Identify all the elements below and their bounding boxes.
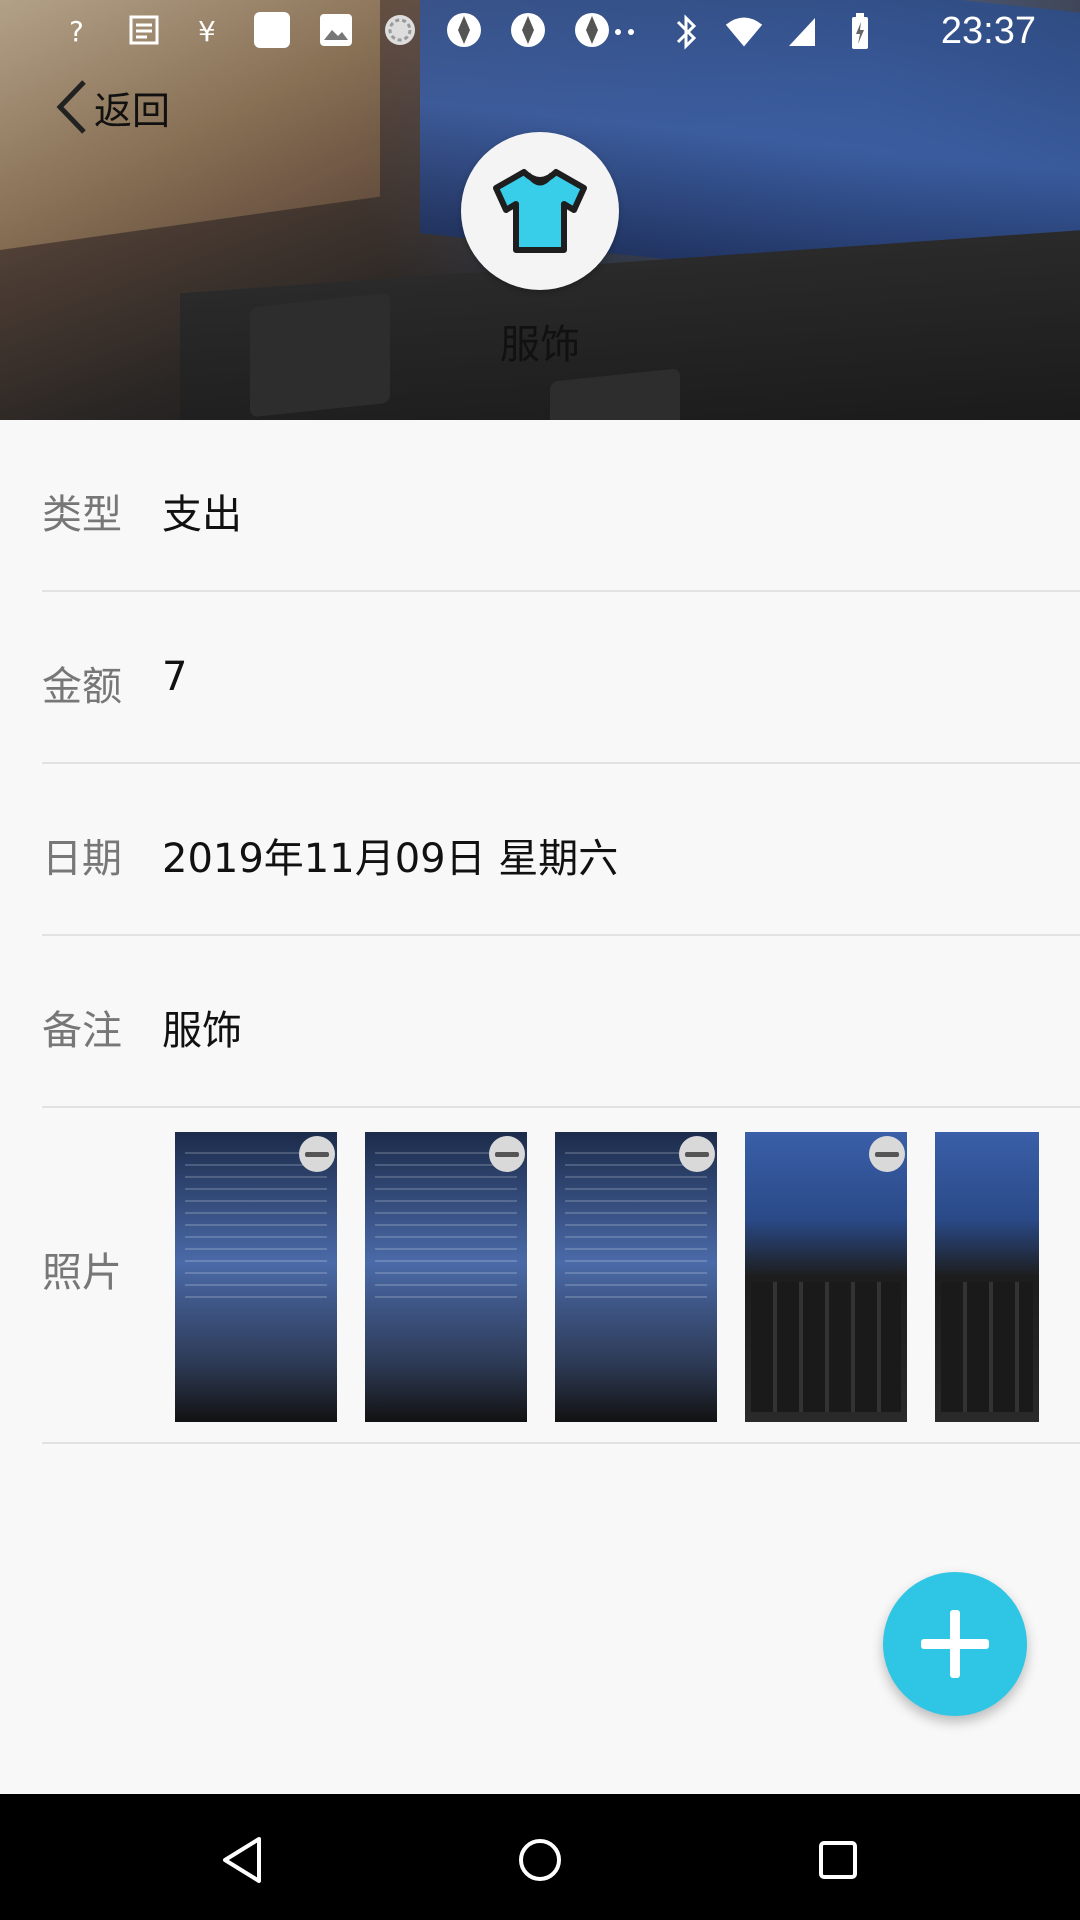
photo-thumbnail[interactable] (745, 1132, 907, 1422)
notification-icons: ? ¥ (60, 10, 612, 50)
nav-back-button[interactable] (212, 1830, 272, 1890)
type-value: 支出 (162, 492, 242, 538)
back-label: 返回 (94, 88, 171, 133)
nav-back-icon (223, 1837, 261, 1883)
status-bar: ? ¥ 23:37 (0, 0, 1080, 64)
tshirt-icon (493, 169, 587, 253)
add-button[interactable] (883, 1572, 1027, 1716)
svg-text:?: ? (69, 15, 84, 47)
chevron-left-icon (56, 80, 86, 134)
type-row: 类型 支出 (42, 420, 1080, 592)
detail-list: 类型 支出 金额 7 日期 2019年11月09日 星期六 备注 服饰 照片 (0, 420, 1080, 1444)
minus-icon (875, 1151, 899, 1157)
system-icons (608, 12, 880, 52)
aperture-icon (572, 10, 612, 50)
nav-home-icon (519, 1839, 561, 1881)
back-button[interactable]: 返回 (54, 78, 170, 136)
wifi-icon (724, 12, 764, 52)
photos-row: 照片 (42, 1108, 1080, 1444)
nav-recents-icon (819, 1841, 857, 1879)
remove-photo-button[interactable] (299, 1136, 335, 1172)
signal-icon (782, 12, 822, 52)
photo-thumbnail[interactable] (175, 1132, 337, 1422)
remove-photo-button[interactable] (869, 1136, 905, 1172)
remove-photo-button[interactable] (679, 1136, 715, 1172)
aperture-icon (508, 10, 548, 50)
loading-icon (380, 10, 420, 50)
note-label: 备注 (42, 1008, 122, 1054)
date-value: 2019年11月09日 星期六 (162, 836, 619, 882)
type-label: 类型 (42, 492, 122, 538)
category-badge (461, 132, 619, 290)
question-icon: ? (60, 10, 100, 50)
date-label: 日期 (42, 836, 122, 882)
minus-icon (305, 1151, 329, 1157)
aperture-icon (444, 10, 484, 50)
note-value: 服饰 (162, 1008, 242, 1054)
note-row: 备注 服饰 (42, 936, 1080, 1108)
battery-icon (840, 12, 880, 52)
svg-text:¥: ¥ (198, 15, 216, 47)
category-name: 服饰 (500, 322, 580, 368)
photo-thumbnail[interactable] (555, 1132, 717, 1422)
amount-value: 7 (162, 654, 188, 700)
news-icon (124, 10, 164, 50)
navigation-bar (0, 1794, 1080, 1920)
nav-home-button[interactable] (510, 1830, 570, 1890)
photo-thumbnail[interactable] (365, 1132, 527, 1422)
yen-icon: ¥ (188, 10, 228, 50)
photo-thumbnail[interactable] (935, 1132, 1039, 1422)
amount-row: 金额 7 (42, 592, 1080, 764)
date-row: 日期 2019年11月09日 星期六 (42, 764, 1080, 936)
minus-icon (685, 1151, 709, 1157)
plus-icon (921, 1610, 989, 1678)
remove-photo-button[interactable] (489, 1136, 525, 1172)
photo-strip[interactable] (175, 1132, 1080, 1422)
status-time: 23:37 (940, 10, 1036, 52)
bluetooth-icon (666, 12, 706, 52)
photos-label: 照片 (42, 1250, 122, 1296)
minus-icon (495, 1151, 519, 1157)
more-dots-icon (608, 12, 648, 52)
image-icon (316, 10, 356, 50)
app-square-icon (252, 10, 292, 50)
nav-recents-button[interactable] (808, 1830, 868, 1890)
amount-label: 金额 (42, 664, 122, 710)
